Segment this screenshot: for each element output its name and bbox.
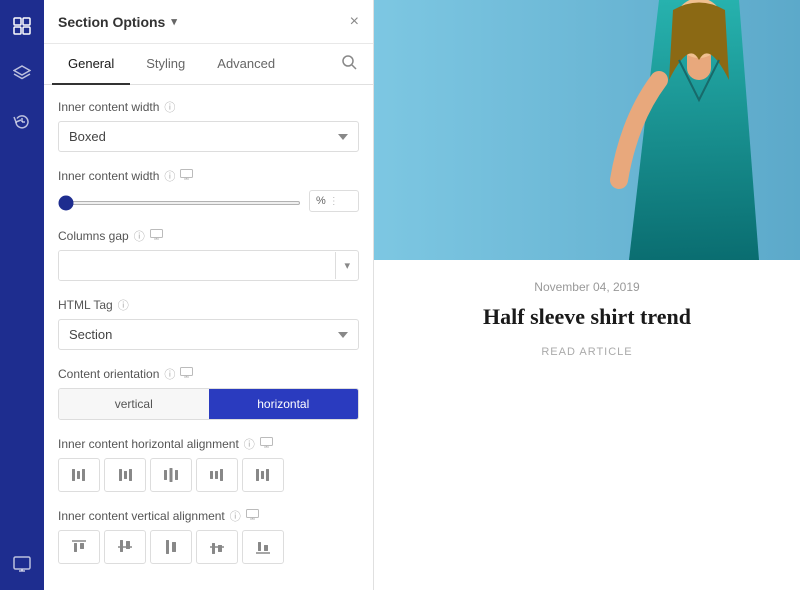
help-icon-6: ⓘ [244,436,255,452]
panel-title: Section Options ▾ [58,14,177,30]
inner-content-width-label: Inner content width ⓘ [58,99,359,115]
columns-gap-dropdown-btn[interactable]: ▾ [335,252,358,279]
html-tag-select[interactable]: Section Div Header Footer Main [58,319,359,350]
tab-search-icon[interactable] [334,47,365,82]
panel-close-button[interactable]: × [350,13,359,31]
v-align-bottom-btn[interactable] [242,530,284,564]
h-align-center-left-btn[interactable] [104,458,146,492]
v-alignment-label: Inner content vertical alignment ⓘ [58,508,359,524]
columns-gap-input-row: ▾ [58,250,359,281]
v-align-center-btn[interactable] [150,530,192,564]
hero-image [374,0,800,260]
orientation-toggle-group: vertical horizontal [58,388,359,420]
slider-unit-dots[interactable]: ⋮ [329,196,339,207]
help-icon-2: ⓘ [164,168,175,184]
v-alignment-group: Inner content vertical alignment ⓘ [58,508,359,564]
help-icon-1: ⓘ [164,99,175,115]
tab-bar: General Styling Advanced [44,44,373,85]
monitor-icon-2 [150,229,163,243]
h-alignment-row [58,458,359,492]
help-icon-4: ⓘ [118,297,129,313]
html-tag-group: HTML Tag ⓘ Section Div Header Footer Mai… [58,297,359,350]
tab-advanced[interactable]: Advanced [201,44,291,85]
columns-gap-input[interactable] [59,251,335,280]
hero-svg [374,0,800,260]
slider-unit: % ⋮ [309,190,359,212]
inner-content-width-slider-label: Inner content width ⓘ [58,168,359,184]
monitor-icon-4 [260,437,273,451]
content-orientation-group: Content orientation ⓘ vertical horizonta… [58,366,359,420]
grid-icon[interactable] [6,10,38,42]
content-area: November 04, 2019 Half sleeve shirt tren… [374,0,800,590]
panel-title-chevron-icon[interactable]: ▾ [171,15,177,28]
v-alignment-row [58,530,359,564]
help-icon-3: ⓘ [134,228,145,244]
inner-content-width-slider-group: Inner content width ⓘ % ⋮ [58,168,359,212]
help-icon-7: ⓘ [230,508,241,524]
h-align-center-right-btn[interactable] [196,458,238,492]
orientation-vertical-btn[interactable]: vertical [59,389,209,419]
h-alignment-label: Inner content horizontal alignment ⓘ [58,436,359,452]
content-orientation-label: Content orientation ⓘ [58,366,359,382]
monitor-icon-1 [180,169,193,183]
monitor-icon-3 [180,367,193,381]
v-align-center-top-btn[interactable] [104,530,146,564]
h-align-left-btn[interactable] [58,458,100,492]
slider-row: % ⋮ [58,190,359,212]
article-title: Half sleeve shirt trend [414,304,760,330]
panel-header: Section Options ▾ × [44,0,373,44]
tab-styling[interactable]: Styling [130,44,201,85]
read-article-link[interactable]: READ ARTICLE [541,346,632,358]
section-options-panel: Section Options ▾ × General Styling Adva… [44,0,374,590]
inner-content-width-select[interactable]: Boxed Full Width Custom [58,121,359,152]
panel-content: Inner content width ⓘ Boxed Full Width C… [44,85,373,590]
inner-content-width-group: Inner content width ⓘ Boxed Full Width C… [58,99,359,152]
article-block: November 04, 2019 Half sleeve shirt tren… [374,260,800,380]
tab-general[interactable]: General [52,44,130,85]
slider-container [58,192,301,210]
article-date: November 04, 2019 [414,280,760,294]
history-icon[interactable] [6,106,38,138]
panel-title-text: Section Options [58,14,165,30]
v-align-center-bottom-btn[interactable] [196,530,238,564]
monitor-icon-5 [246,509,259,523]
h-alignment-group: Inner content horizontal alignment ⓘ [58,436,359,492]
layers-icon[interactable] [6,58,38,90]
help-icon-5: ⓘ [164,366,175,382]
orientation-horizontal-btn[interactable]: horizontal [209,389,359,419]
v-align-top-btn[interactable] [58,530,100,564]
width-slider[interactable] [58,201,301,205]
h-align-right-btn[interactable] [242,458,284,492]
screen-icon[interactable] [6,548,38,580]
html-tag-label: HTML Tag ⓘ [58,297,359,313]
columns-gap-label: Columns gap ⓘ [58,228,359,244]
h-align-center-btn[interactable] [150,458,192,492]
sidebar [0,0,44,590]
columns-gap-group: Columns gap ⓘ ▾ [58,228,359,281]
